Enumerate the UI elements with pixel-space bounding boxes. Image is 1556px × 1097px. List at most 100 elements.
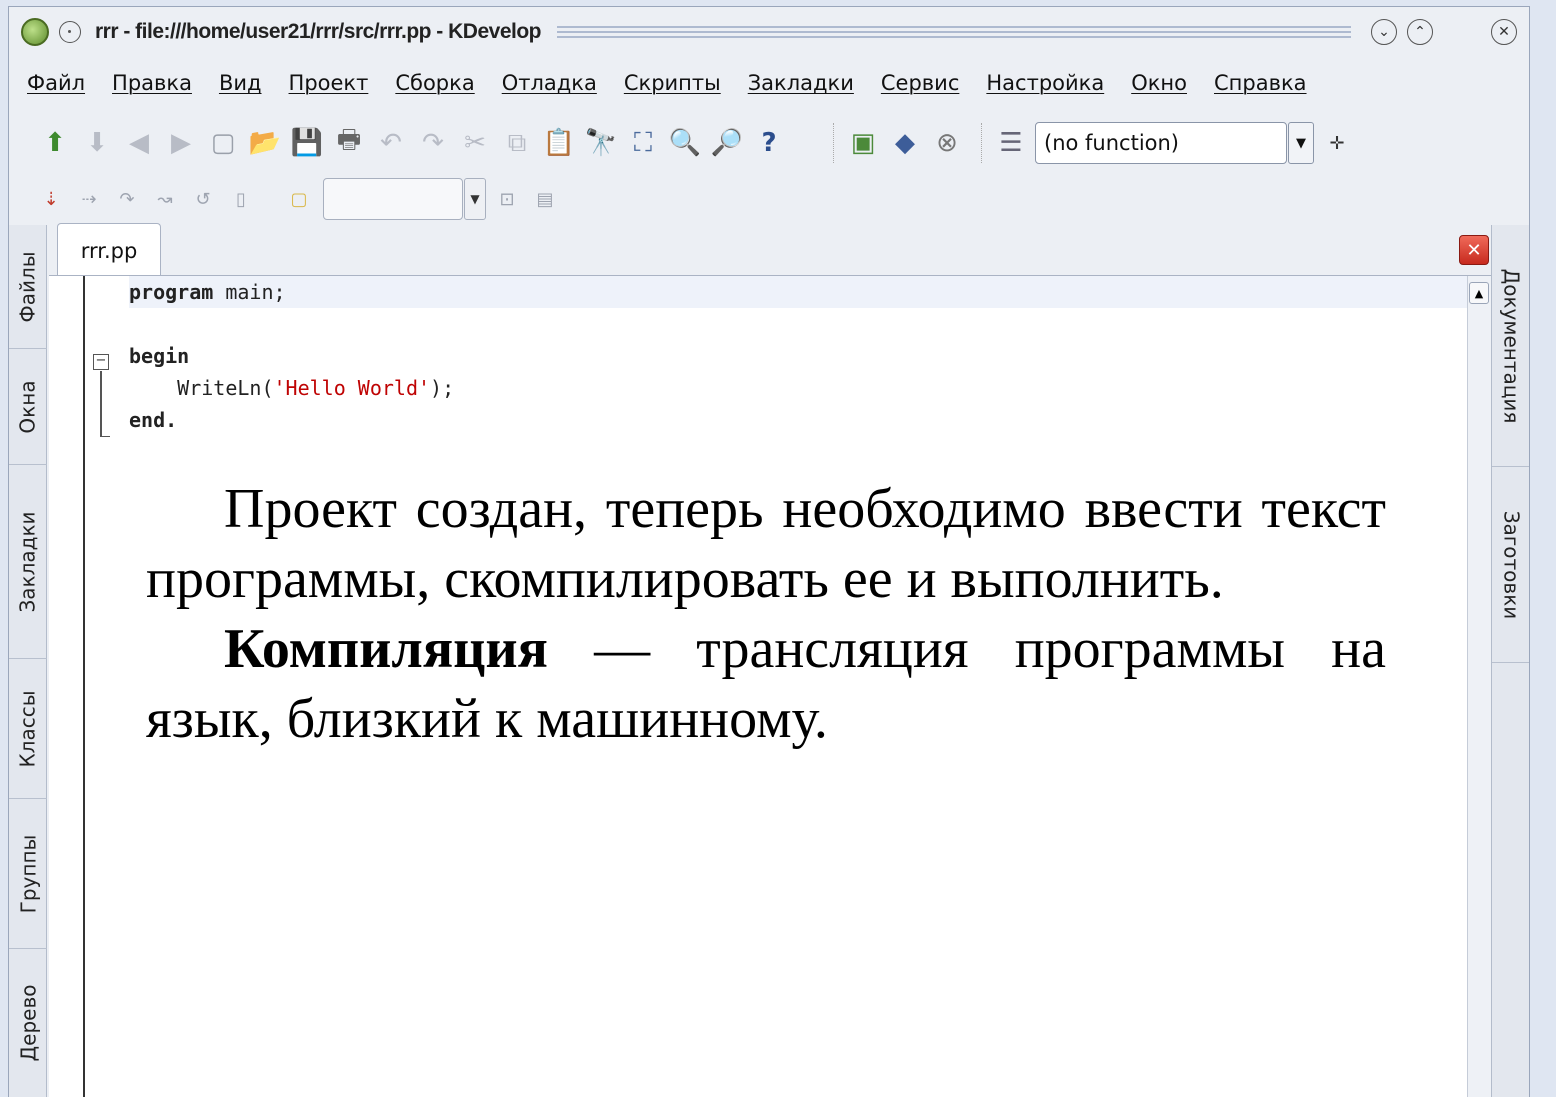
chevron-up-icon: ⌃: [1414, 24, 1426, 40]
continue-icon[interactable]: ↺: [189, 185, 217, 213]
tab-documentation[interactable]: Документация: [1492, 225, 1529, 467]
step-into-icon[interactable]: ⇣: [37, 185, 65, 213]
code-text: WriteLn(: [129, 376, 274, 400]
overlay-term: Компиляция: [224, 618, 548, 680]
menu-help[interactable]: Справка: [1214, 71, 1307, 95]
shredder-icon[interactable]: ▤: [531, 185, 559, 213]
import-project-icon[interactable]: ⬇: [79, 125, 115, 161]
menu-view[interactable]: Вид: [219, 71, 262, 95]
find-icon[interactable]: 🔭: [583, 125, 619, 161]
menu-bar: Файл Правка Вид Проект Сборка Отладка Ск…: [9, 63, 1529, 103]
memory-icon[interactable]: ▯: [227, 185, 255, 213]
toolbar-extension-icon[interactable]: ✛: [1319, 125, 1355, 161]
tab-tree[interactable]: Дерево: [9, 949, 47, 1097]
close-tab-button[interactable]: ✕: [1459, 235, 1489, 265]
function-list-icon[interactable]: ☰: [993, 125, 1029, 161]
zoom-in-icon[interactable]: 🔍: [667, 125, 703, 161]
left-tool-tabs: Файлы Окна Закладки Классы Группы Дерево: [9, 225, 47, 1097]
vertical-scrollbar[interactable]: ▲: [1467, 276, 1491, 1097]
minimize-button[interactable]: ⌄: [1371, 19, 1397, 45]
menu-edit[interactable]: Правка: [112, 71, 192, 95]
tab-tree-label: Дерево: [16, 984, 41, 1062]
fold-toggle-icon[interactable]: −: [93, 354, 109, 370]
forward-icon[interactable]: ▶: [163, 125, 199, 161]
tab-windows-label: Окна: [16, 379, 40, 434]
open-file-icon[interactable]: 📂: [247, 125, 283, 161]
menu-tools[interactable]: Сервис: [881, 71, 959, 95]
close-window-button[interactable]: ✕: [1491, 19, 1517, 45]
menu-bookmarks[interactable]: Закладки: [748, 71, 854, 95]
code-line[interactable]: end.: [129, 404, 1467, 436]
run-to-cursor-icon[interactable]: ↝: [151, 185, 179, 213]
document-tab-bar: rrr.pp ✕: [49, 221, 1491, 277]
config-select[interactable]: ▼: [323, 178, 486, 220]
paste-icon[interactable]: 📋: [541, 125, 577, 161]
scroll-up-arrow-icon[interactable]: ▲: [1469, 282, 1489, 304]
copy-icon[interactable]: ⧉: [499, 125, 535, 161]
dropdown-arrow-icon[interactable]: ▼: [464, 178, 486, 220]
code-area[interactable]: program main; begin WriteLn('Hello World…: [129, 276, 1467, 436]
maximize-button[interactable]: ⌃: [1407, 19, 1433, 45]
tab-files[interactable]: Файлы: [9, 225, 47, 349]
window-title: rrr - file:///home/user21/rrr/src/rrr.pp…: [95, 20, 542, 43]
menu-project[interactable]: Проект: [289, 71, 369, 95]
tab-snippets-label: Заготовки: [1499, 510, 1524, 619]
code-line[interactable]: program main;: [129, 276, 1467, 308]
code-line[interactable]: [129, 308, 1467, 340]
tab-rrr-pp-label: rrr.pp: [80, 238, 138, 263]
undo-icon[interactable]: ↶: [373, 125, 409, 161]
overlay-paragraph-1: Проект создан, теперь необходимо ввести …: [146, 478, 1386, 610]
whats-this-icon[interactable]: ?: [751, 125, 787, 161]
close-icon: ✕: [1466, 239, 1482, 261]
stop-icon[interactable]: ⊗: [929, 125, 965, 161]
menu-settings[interactable]: Настройка: [986, 71, 1104, 95]
menu-scripts[interactable]: Скрипты: [624, 71, 721, 95]
function-select[interactable]: (no function) ▼: [1035, 122, 1314, 164]
code-text: main;: [213, 280, 286, 304]
tab-bookmarks[interactable]: Закладки: [9, 465, 47, 659]
diamond-icon[interactable]: ◆: [887, 125, 923, 161]
menu-build[interactable]: Сборка: [395, 71, 474, 95]
cut-icon[interactable]: ✂: [457, 125, 493, 161]
secondary-toolbar: ⇣ ⇢ ↷ ↝ ↺ ▯ ▢ ▼ ⊡ ▤: [9, 175, 1529, 223]
redo-icon[interactable]: ↷: [415, 125, 451, 161]
new-file-icon[interactable]: ▢: [205, 125, 241, 161]
menu-file[interactable]: Файл: [27, 71, 85, 95]
code-line[interactable]: WriteLn('Hello World');: [129, 372, 1467, 404]
tab-snippets[interactable]: Заготовки: [1492, 467, 1529, 663]
tab-files-label: Файлы: [16, 250, 41, 323]
kdevelop-app-icon[interactable]: [21, 18, 49, 46]
fold-range-line: [100, 371, 108, 437]
slide-text-overlay: Проект создан, теперь необходимо ввести …: [146, 474, 1386, 754]
tab-classes[interactable]: Классы: [9, 659, 47, 799]
menu-debug[interactable]: Отладка: [502, 71, 597, 95]
string-literal: 'Hello World': [273, 376, 431, 400]
tab-rrr-pp[interactable]: rrr.pp: [57, 223, 161, 277]
code-text: );: [430, 376, 455, 400]
open-project-icon[interactable]: ⬆: [37, 125, 73, 161]
import-icon[interactable]: ⊡: [493, 185, 521, 213]
code-line[interactable]: begin: [129, 340, 1467, 372]
save-icon[interactable]: 💾: [289, 125, 325, 161]
close-icon: ✕: [1498, 24, 1510, 40]
step-over-icon[interactable]: ⇢: [75, 185, 103, 213]
tab-groups[interactable]: Группы: [9, 799, 47, 949]
main-toolbar: ⬆ ⬇ ◀ ▶ ▢ 📂 💾 🖶 ↶ ↷ ✂ ⧉ 📋 🔭 ⛶ 🔍 🔎 ? ▣ ◆ …: [9, 115, 1529, 171]
tab-windows[interactable]: Окна: [9, 349, 47, 465]
build-icon[interactable]: ▣: [845, 125, 881, 161]
print-icon[interactable]: 🖶: [331, 125, 367, 161]
dropdown-arrow-icon[interactable]: ▼: [1288, 122, 1314, 164]
new-class-icon[interactable]: ▢: [285, 185, 313, 213]
tab-documentation-label: Документация: [1499, 268, 1524, 423]
zoom-out-icon[interactable]: 🔎: [709, 125, 745, 161]
back-icon[interactable]: ◀: [121, 125, 157, 161]
right-tool-tabs: Документация Заготовки: [1491, 225, 1529, 1097]
window-menu-button[interactable]: [59, 21, 81, 43]
fullscreen-icon[interactable]: ⛶: [625, 125, 661, 161]
title-bar: rrr - file:///home/user21/rrr/src/rrr.pp…: [9, 7, 1529, 57]
menu-window[interactable]: Окно: [1131, 71, 1187, 95]
step-out-icon[interactable]: ↷: [113, 185, 141, 213]
function-select-value: (no function): [1044, 131, 1180, 155]
toolbar-separator: [833, 123, 835, 163]
keyword-begin: begin: [129, 344, 190, 368]
